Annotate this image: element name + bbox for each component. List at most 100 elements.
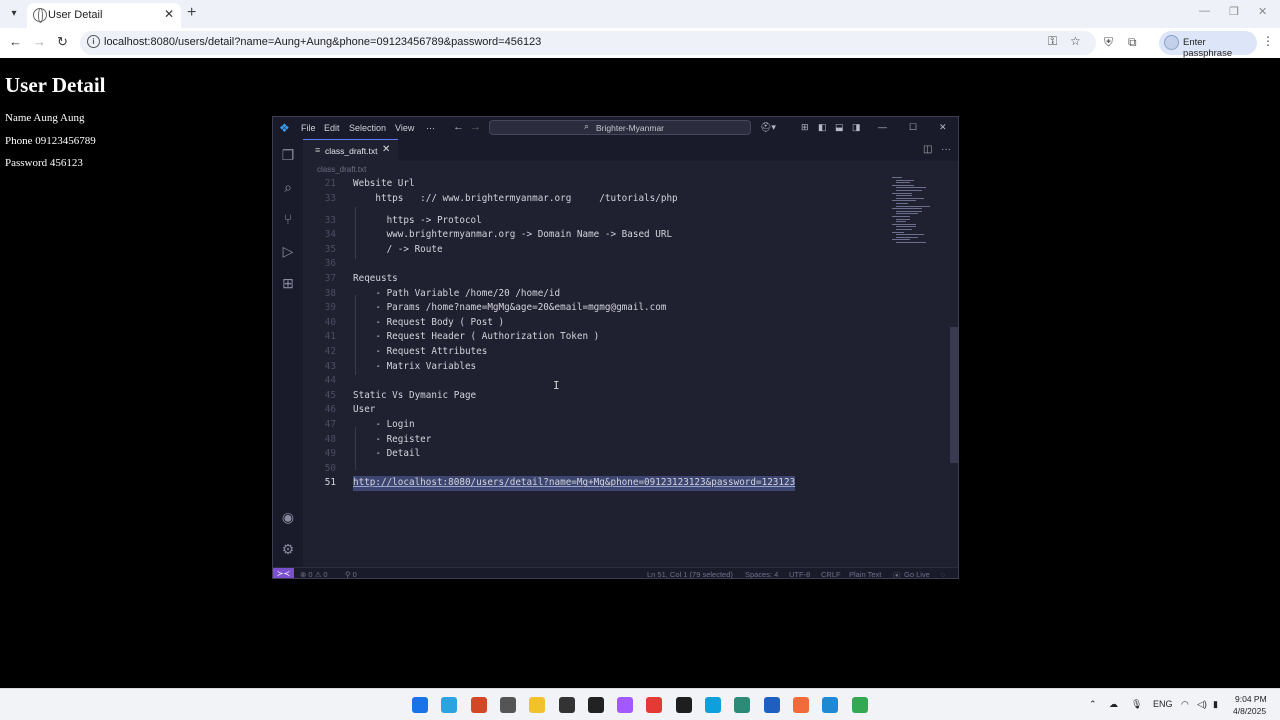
code-editor[interactable]: 21 Website Url 33 https :// www.brightermy… [303,177,953,567]
source-control-icon[interactable]: ⑂ [280,211,296,227]
menu-more-icon[interactable]: ··· [426,123,435,133]
toggle-secondary-sidebar-icon[interactable]: ◨ [852,122,861,133]
ports-status[interactable]: ⚲ 0 [345,570,357,578]
vscode-insiders-icon[interactable] [734,697,751,713]
menu-selection[interactable]: Selection [349,123,386,133]
reload-icon[interactable]: ↻ [57,34,68,50]
clock-date[interactable]: 4/8/2025 [1233,706,1266,716]
vscode-close-icon[interactable]: ✕ [939,122,947,133]
microphone-icon[interactable]: 🎙 [1131,699,1142,710]
code-line[interactable]: 37 Reqeusts [303,272,883,287]
notepad-icon[interactable] [558,697,575,713]
postman-icon[interactable] [792,697,809,713]
code-line[interactable]: 33 https -> Protocol [303,214,883,229]
editor-scrollbar[interactable] [950,327,958,463]
toggle-sidebar-icon[interactable]: ◧ [818,122,827,133]
site-info-icon[interactable]: i [87,35,100,48]
cursor-position-status[interactable]: Ln 51, Col 1 (79 selected) [647,570,733,578]
minimap[interactable] [890,177,946,247]
password-key-icon[interactable]: ⚿ [1048,34,1057,49]
code-line[interactable]: 33 https :// www.brightermyanmar.org /tu… [303,192,883,207]
figma-icon[interactable] [617,697,634,713]
bookmark-star-icon[interactable]: ☆ [1070,34,1081,48]
breadcrumb[interactable]: class_draft.txt [317,165,366,174]
browser-tab[interactable]: User Detail ✕ [27,3,181,28]
toggle-panel-icon[interactable]: ⬓ [835,122,844,133]
tray-chevron-up-icon[interactable]: ⌃ [1089,699,1097,710]
code-line[interactable]: 48 - Register [303,433,883,448]
menu-file[interactable]: File [301,123,316,133]
vscode-minimize-icon[interactable]: — [878,122,887,132]
code-line[interactable]: 40 - Request Body ( Post ) [303,316,883,331]
telegram-icon[interactable] [441,697,458,713]
file-explorer-icon[interactable] [529,697,546,713]
onedrive-cloud-icon[interactable]: ☁ [1109,699,1118,710]
language-mode-status[interactable]: Plain Text [849,570,881,578]
app-dark-icon[interactable] [675,697,692,713]
volume-icon[interactable]: ◁) [1197,699,1207,710]
code-line[interactable]: 36 [303,257,883,272]
encoding-status[interactable]: UTF-8 [789,570,810,578]
vscode-icon[interactable] [822,697,839,713]
url-text[interactable]: localhost:8080/users/detail?name=Aung+Au… [104,36,541,48]
passphrase-button[interactable]: Enter passphrase [1159,31,1257,59]
problems-status[interactable]: ⊗ 0 ⚠ 0 [300,570,328,578]
browser-menu-icon[interactable]: ⋮ [1262,34,1274,48]
forward-arrow-icon[interactable]: → [33,34,46,50]
accounts-icon[interactable]: ◉ [280,509,296,525]
vscode-maximize-icon[interactable]: ☐ [909,122,917,133]
code-line[interactable]: 38 - Path Variable /home/20 /home/id [303,287,883,302]
window-minimize-icon[interactable]: — [1199,5,1210,17]
notifications-bell-icon[interactable]: ◌ [941,570,945,578]
copilot-icon[interactable]: ⛑▾ [760,122,776,133]
capcut-icon[interactable] [587,697,604,713]
settings-gear-icon[interactable]: ⚙ [280,541,296,557]
shield-extension-icon[interactable]: ⛨ [1104,35,1113,50]
code-line[interactable]: 21 Website Url [303,177,883,192]
powerpoint-icon[interactable] [470,697,487,713]
code-line[interactable]: 39 - Params /home?name=MgMg&age=20&email… [303,301,883,316]
chrome-alt-icon[interactable] [499,697,516,713]
code-line[interactable]: 35 / -> Route [303,243,883,258]
chrome-icon[interactable] [851,697,868,713]
run-debug-icon[interactable]: ▷ [280,243,296,259]
code-line[interactable]: 34 www.brightermyanmar.org -> Domain Nam… [303,228,883,243]
extensions-puzzle-icon[interactable]: ⧉ [1128,35,1137,50]
split-editor-icon[interactable]: ◫ [923,144,932,155]
menu-view[interactable]: View [395,123,414,133]
nav-back-icon[interactable]: ← [453,121,464,133]
code-line[interactable]: 43 - Matrix Variables [303,360,883,375]
wifi-icon[interactable]: ◠ [1181,699,1189,710]
code-line[interactable]: 50 [303,462,883,477]
code-line[interactable]: 49 - Detail [303,447,883,462]
editor-tab-close-icon[interactable]: ✕ [382,144,390,155]
code-line[interactable]: 42 - Request Attributes [303,345,883,360]
code-line[interactable]: 47 - Login [303,418,883,433]
tab-close-icon[interactable]: ✕ [164,7,174,21]
anydesk-icon[interactable] [646,697,663,713]
code-line[interactable]: 45 Static Vs Dymanic Page [303,389,883,404]
sourcetree-icon[interactable] [763,697,780,713]
extensions-icon[interactable]: ⊞ [280,275,296,291]
nav-forward-icon[interactable]: → [470,121,481,133]
command-center-search[interactable]: ⌕ Brighter-Myanmar [489,120,751,135]
remote-indicator-icon[interactable]: ≻≺ [273,568,294,578]
search-icon[interactable]: ⌕ [280,179,296,195]
menu-edit[interactable]: Edit [324,123,340,133]
clock-time[interactable]: 9:04 PM [1235,694,1267,704]
edge-icon[interactable] [705,697,721,713]
go-live-status[interactable]: Go Live [904,570,930,578]
editor-tab-class-draft[interactable]: ≡ class_draft.txt ✕ [303,139,398,161]
window-close-icon[interactable]: ✕ [1258,5,1267,18]
code-line[interactable]: 44 [303,374,883,389]
indentation-status[interactable]: Spaces: 4 [745,570,778,578]
windows-start-icon[interactable] [412,697,428,713]
explorer-icon[interactable]: ❐ [280,147,296,163]
eol-status[interactable]: CRLF [821,570,841,578]
layout-customize-icon[interactable]: ⊞ [801,122,809,133]
new-tab-plus-icon[interactable]: + [187,4,196,22]
back-arrow-icon[interactable]: ← [9,34,22,50]
address-bar[interactable]: i localhost:8080/users/detail?name=Aung+… [80,31,1096,55]
code-line[interactable]: 41 - Request Header ( Authorization Toke… [303,330,883,345]
code-line[interactable]: 51 http://localhost:8080/users/detail?nam… [303,476,883,491]
